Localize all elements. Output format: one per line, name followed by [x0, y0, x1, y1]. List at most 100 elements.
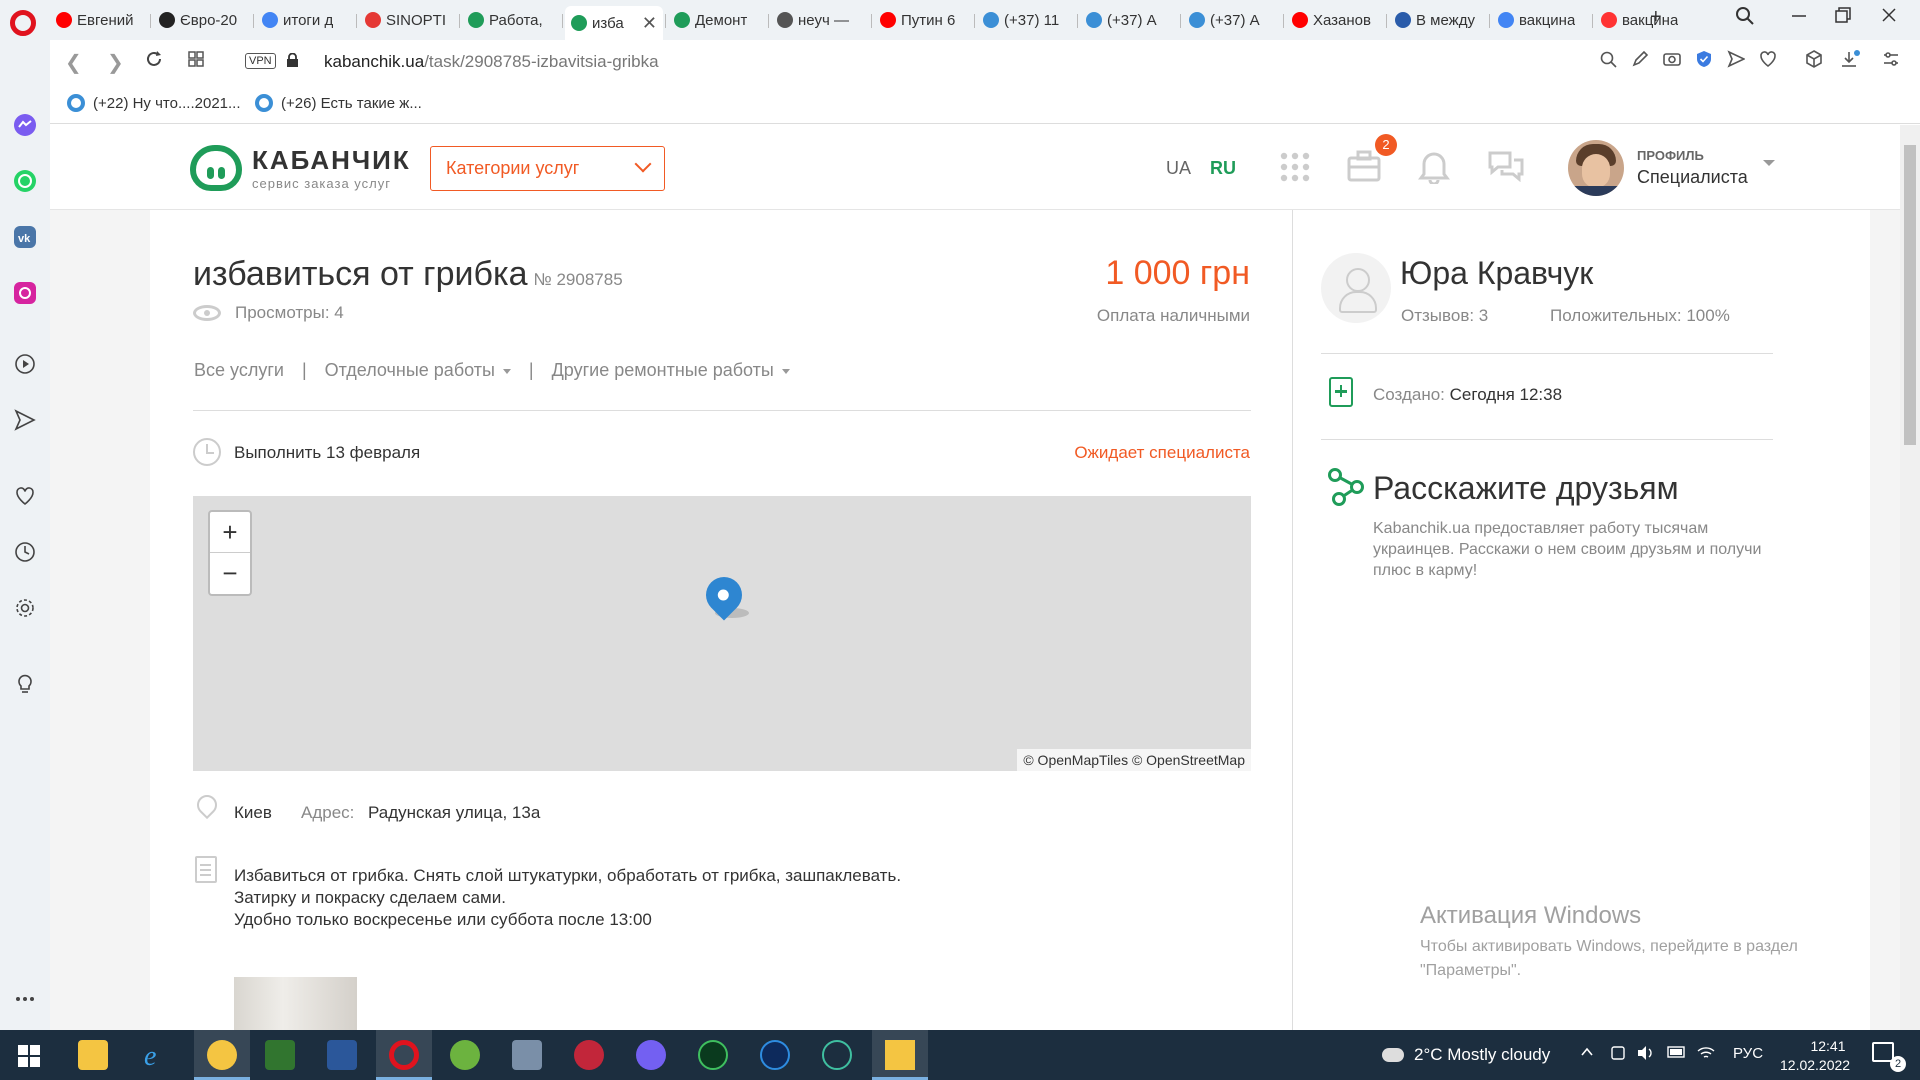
- map-zoom-in-button[interactable]: +: [210, 512, 250, 553]
- app-c-icon[interactable]: [760, 1040, 790, 1070]
- app-yellow-chart-icon[interactable]: [872, 1030, 928, 1080]
- browser-tab[interactable]: Євро-20: [153, 6, 251, 34]
- utorrent-icon[interactable]: [450, 1040, 480, 1070]
- taskbar-date[interactable]: 12.02.2022: [1780, 1057, 1850, 1073]
- map-zoom-out-button[interactable]: −: [210, 553, 250, 594]
- calculator-icon[interactable]: [512, 1040, 542, 1070]
- camera-icon[interactable]: [1663, 50, 1681, 73]
- internet-explorer-icon[interactable]: e: [140, 1040, 170, 1072]
- browser-tab[interactable]: Путин 6: [874, 6, 972, 34]
- lang-ru-link[interactable]: RU: [1210, 158, 1236, 179]
- orders-briefcase-icon[interactable]: [1347, 150, 1381, 187]
- tab-close-icon[interactable]: ✕: [642, 13, 657, 34]
- input-language[interactable]: РУС: [1733, 1045, 1763, 1062]
- battery-icon[interactable]: [1667, 1045, 1687, 1063]
- browser-tab[interactable]: (+37) А: [1080, 6, 1178, 34]
- tray-chevron-icon[interactable]: [1580, 1045, 1594, 1063]
- tray-device-icon[interactable]: [1610, 1045, 1626, 1065]
- customer-reviews[interactable]: Отзывов: 3: [1401, 306, 1488, 326]
- browser-tab[interactable]: (+37) А: [1183, 6, 1281, 34]
- categories-button[interactable]: Категории услуг: [430, 146, 665, 191]
- volume-icon[interactable]: [1637, 1045, 1655, 1065]
- ms-project-icon[interactable]: [265, 1040, 295, 1070]
- apps-grid-icon[interactable]: [1280, 152, 1310, 187]
- scrollbar-thumb[interactable]: [1904, 145, 1916, 445]
- browser-tab[interactable]: вакцина: [1595, 6, 1693, 34]
- whatsapp-icon[interactable]: [12, 168, 38, 194]
- close-window-icon[interactable]: [1880, 6, 1898, 30]
- opera-browser-icon[interactable]: [376, 1030, 432, 1080]
- windows-start-icon[interactable]: [18, 1045, 40, 1067]
- reload-icon[interactable]: [145, 50, 163, 74]
- tabs-grid-icon[interactable]: [187, 50, 205, 74]
- opera-menu-icon[interactable]: [10, 10, 36, 36]
- lightbulb-icon[interactable]: [12, 671, 38, 697]
- browser-tab[interactable]: неуч —: [771, 6, 869, 34]
- instagram-icon[interactable]: [12, 280, 38, 306]
- history-clock-icon[interactable]: [12, 539, 38, 565]
- settings-gear-icon[interactable]: [12, 595, 38, 621]
- back-icon[interactable]: ❮: [65, 50, 82, 75]
- adblock-shield-icon[interactable]: [1695, 50, 1713, 73]
- easy-setup-icon[interactable]: [1882, 50, 1900, 73]
- customer-avatar-icon[interactable]: [1321, 253, 1391, 323]
- profile-role[interactable]: Специалиста: [1637, 167, 1748, 188]
- ms-word-icon[interactable]: [327, 1040, 357, 1070]
- more-dots-icon[interactable]: [12, 986, 38, 1012]
- bookmark-heart-icon[interactable]: [1759, 50, 1777, 73]
- customer-name[interactable]: Юра Кравчук: [1400, 255, 1593, 292]
- bookmark-item[interactable]: (+22) Ну что....2021...: [67, 94, 241, 112]
- map-attribution[interactable]: © OpenMapTiles © OpenStreetMap: [1017, 749, 1251, 771]
- vk-icon[interactable]: vk: [12, 224, 38, 250]
- new-tab-button[interactable]: +: [1650, 6, 1662, 29]
- extensions-cube-icon[interactable]: [1805, 50, 1823, 73]
- browser-tab[interactable]: Евгений: [50, 6, 148, 34]
- url-field[interactable]: kabanchik.ua/task/2908785-izbavitsia-gri…: [324, 52, 659, 72]
- flow-send-icon[interactable]: [12, 407, 38, 433]
- send-icon[interactable]: [1727, 50, 1746, 73]
- app-red-icon[interactable]: [574, 1040, 604, 1070]
- notifications-bell-icon[interactable]: [1418, 150, 1450, 189]
- browser-tab[interactable]: итоги д: [256, 6, 354, 34]
- breadcrumb-finishing-works[interactable]: Отделочные работы: [325, 360, 511, 381]
- site-logo[interactable]: КАБАНЧИК сервис заказа услуг: [190, 145, 411, 191]
- wifi-icon[interactable]: [1697, 1045, 1715, 1065]
- browser-tab[interactable]: изба ✕: [565, 6, 663, 40]
- forward-icon[interactable]: ❯: [107, 50, 124, 75]
- breadcrumb-other-repairs[interactable]: Другие ремонтные работы: [552, 360, 790, 381]
- app-norton-icon[interactable]: [194, 1030, 250, 1080]
- app-speed-icon[interactable]: [822, 1040, 852, 1070]
- browser-tab[interactable]: Работа,: [462, 6, 560, 34]
- messages-chat-icon[interactable]: [1488, 150, 1524, 187]
- messenger-icon[interactable]: [12, 112, 38, 138]
- app-u-icon[interactable]: [698, 1040, 728, 1070]
- lock-icon[interactable]: [287, 52, 298, 67]
- bookmarks-heart-icon[interactable]: [12, 483, 38, 509]
- file-explorer-icon[interactable]: [78, 1040, 108, 1070]
- browser-tab[interactable]: В между: [1389, 6, 1487, 34]
- task-location-map[interactable]: + − © OpenMapTiles © OpenStreetMap: [193, 496, 1251, 771]
- tab-search-icon[interactable]: [1735, 6, 1755, 32]
- edit-icon[interactable]: [1631, 50, 1649, 73]
- browser-tab[interactable]: Демонт: [668, 6, 766, 34]
- lang-ua-link[interactable]: UA: [1166, 158, 1191, 179]
- player-icon[interactable]: [12, 351, 38, 377]
- breadcrumb-all-services[interactable]: Все услуги: [194, 360, 284, 381]
- browser-tab[interactable]: SINOPTI: [359, 6, 457, 34]
- weather-widget[interactable]: 2°C Mostly cloudy: [1382, 1045, 1550, 1065]
- download-icon[interactable]: [1840, 50, 1860, 75]
- viber-icon[interactable]: [636, 1040, 666, 1070]
- vpn-badge[interactable]: VPN: [245, 53, 276, 69]
- task-photo-thumbnail[interactable]: [234, 977, 357, 1030]
- minimize-icon[interactable]: [1790, 6, 1808, 30]
- browser-tab[interactable]: вакцина: [1492, 6, 1590, 34]
- taskbar-time[interactable]: 12:41: [1793, 1038, 1863, 1054]
- profile-label[interactable]: ПРОФИЛЬ: [1637, 148, 1704, 163]
- zoom-search-icon[interactable]: [1599, 50, 1617, 73]
- profile-caret-icon[interactable]: [1763, 160, 1775, 166]
- bookmark-item[interactable]: (+26) Есть такие ж...: [255, 94, 422, 112]
- browser-tab[interactable]: Хазанов: [1286, 6, 1384, 34]
- browser-tab[interactable]: (+37) 11: [977, 6, 1075, 34]
- page-scrollbar[interactable]: [1900, 125, 1920, 1030]
- profile-avatar[interactable]: [1568, 140, 1624, 196]
